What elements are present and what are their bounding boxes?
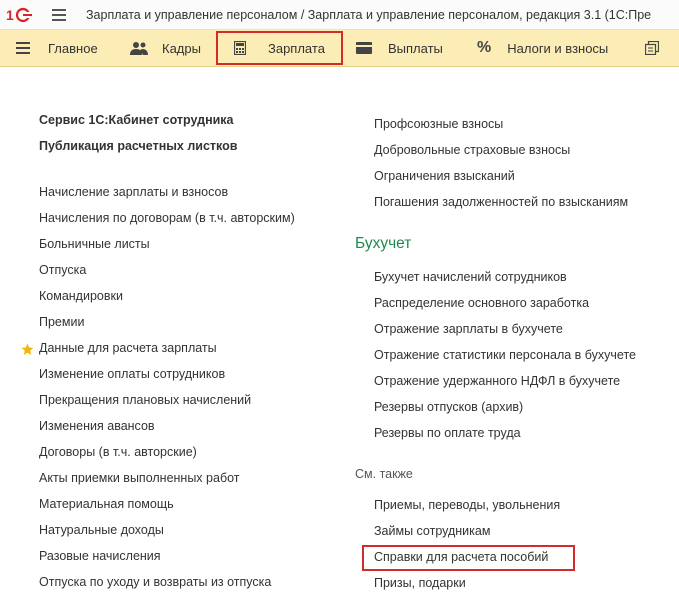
publish-payslips[interactable]: Публикация расчетных листков xyxy=(39,139,237,153)
main-menu-hamburger-icon[interactable] xyxy=(52,9,66,21)
calculator-icon xyxy=(234,41,246,55)
left-item-4[interactable]: Командировки xyxy=(39,289,123,303)
right-top-item-2[interactable]: Ограничения взысканий xyxy=(374,169,515,183)
right-top-item-0[interactable]: Профсоюзные взносы xyxy=(374,117,503,131)
left-item-6[interactable]: Данные для расчета зарплаты xyxy=(39,341,217,355)
section-payments-label: Выплаты xyxy=(388,40,443,56)
1c-logo-icon: 1 xyxy=(6,7,32,23)
window-title: Зарплата и управление персоналом / Зарпл… xyxy=(86,8,652,22)
accounting-item-5[interactable]: Резервы отпусков (архив) xyxy=(374,400,523,414)
see-also-item-2[interactable]: Справки для расчета пособий xyxy=(374,550,548,564)
accounting-item-4[interactable]: Отражение удержанного НДФЛ в бухучете xyxy=(374,374,620,388)
favorite-star-icon[interactable] xyxy=(21,343,34,356)
group-title-accounting: Бухучет xyxy=(355,235,412,252)
svg-text:1: 1 xyxy=(6,7,14,23)
left-item-11[interactable]: Акты приемки выполненных работ xyxy=(39,471,240,485)
right-top-item-3[interactable]: Погашения задолженностей по взысканиям xyxy=(374,195,628,209)
service-employee-cabinet[interactable]: Сервис 1С:Кабинет сотрудника xyxy=(39,113,234,127)
section-main-label: Главное xyxy=(48,40,98,56)
left-item-12[interactable]: Материальная помощь xyxy=(39,497,174,511)
accounting-item-2[interactable]: Отражение зарплаты в бухучете xyxy=(374,322,563,336)
left-item-0[interactable]: Начисление зарплаты и взносов xyxy=(39,185,228,199)
section-payments[interactable]: Выплаты xyxy=(356,30,443,66)
hamburger-icon xyxy=(16,42,30,54)
see-also-item-0[interactable]: Приемы, переводы, увольнения xyxy=(374,498,560,512)
accounting-item-3[interactable]: Отражение статистики персонала в бухучет… xyxy=(374,348,636,362)
section-salary[interactable]: Зарплата xyxy=(216,31,343,65)
percent-icon: % xyxy=(477,39,492,56)
sections-panel: Главное Кадры Зарплата Выплаты % Налоги … xyxy=(0,30,679,67)
section-main[interactable]: Главное xyxy=(16,30,98,66)
left-item-5[interactable]: Премии xyxy=(39,315,84,329)
accounting-item-6[interactable]: Резервы по оплате труда xyxy=(374,426,521,440)
left-item-8[interactable]: Прекращения плановых начислений xyxy=(39,393,251,407)
title-bar: 1 Зарплата и управление персоналом / Зар… xyxy=(0,0,679,30)
section-taxes-label: Налоги и взносы xyxy=(507,40,609,56)
left-item-1[interactable]: Начисления по договорам (в т.ч. авторски… xyxy=(39,211,295,225)
left-item-2[interactable]: Больничные листы xyxy=(39,237,150,251)
see-also-item-3[interactable]: Призы, подарки xyxy=(374,576,466,590)
left-item-3[interactable]: Отпуска xyxy=(39,263,86,277)
section-hr-label: Кадры xyxy=(162,40,201,56)
left-item-7[interactable]: Изменение оплаты сотрудников xyxy=(39,367,225,381)
left-item-13[interactable]: Натуральные доходы xyxy=(39,523,164,537)
wallet-icon xyxy=(356,42,372,54)
section-taxes[interactable]: % Налоги и взносы xyxy=(477,30,608,66)
left-item-9[interactable]: Изменения авансов xyxy=(39,419,155,433)
see-also-item-1[interactable]: Займы сотрудникам xyxy=(374,524,490,538)
accounting-item-1[interactable]: Распределение основного заработка xyxy=(374,296,589,310)
documents-icon xyxy=(645,41,659,55)
section-salary-label: Зарплата xyxy=(268,40,325,56)
section-more[interactable] xyxy=(645,30,667,66)
left-item-14[interactable]: Разовые начисления xyxy=(39,549,161,563)
left-item-15[interactable]: Отпуска по уходу и возвраты из отпуска xyxy=(39,575,271,589)
group-title-see-also: См. также xyxy=(355,467,413,481)
people-icon xyxy=(130,42,148,55)
section-hr[interactable]: Кадры xyxy=(130,30,201,66)
left-item-10[interactable]: Договоры (в т.ч. авторские) xyxy=(39,445,197,459)
right-top-item-1[interactable]: Добровольные страховые взносы xyxy=(374,143,570,157)
accounting-item-0[interactable]: Бухучет начислений сотрудников xyxy=(374,270,567,284)
